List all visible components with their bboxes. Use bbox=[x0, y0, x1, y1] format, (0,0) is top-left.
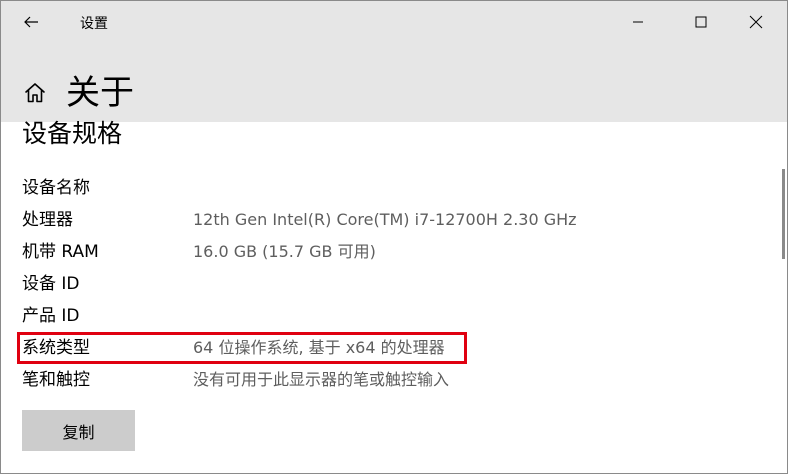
spec-label: 笔和触控 bbox=[22, 370, 90, 390]
minimize-icon bbox=[633, 21, 643, 23]
spec-row-product-id: 产品 ID bbox=[22, 303, 582, 329]
section-heading: 设备规格 bbox=[22, 119, 123, 148]
spec-label: 机带 RAM bbox=[22, 242, 99, 262]
spec-label: 处理器 bbox=[22, 210, 73, 230]
spec-label: 设备 ID bbox=[22, 274, 80, 294]
spec-label: 设备名称 bbox=[22, 178, 90, 198]
spec-value: 16.0 GB (15.7 GB 可用) bbox=[193, 242, 376, 261]
back-button[interactable] bbox=[1, 1, 61, 43]
scrollbar-thumb[interactable] bbox=[782, 169, 785, 259]
settings-window: 设置 关于 设备规格 设备名称 处理器 12th Gen Intel(R) Co… bbox=[0, 0, 788, 474]
home-icon[interactable] bbox=[23, 81, 47, 105]
spec-row-pen-touch: 笔和触控 没有可用于此显示器的笔或触控输入 bbox=[22, 367, 582, 393]
spec-value: 12th Gen Intel(R) Core(TM) i7-12700H 2.3… bbox=[193, 210, 577, 229]
spec-value: 没有可用于此显示器的笔或触控输入 bbox=[193, 370, 450, 389]
close-button[interactable] bbox=[733, 1, 779, 43]
spec-row-device-name: 设备名称 bbox=[22, 175, 582, 201]
copy-button[interactable]: 复制 bbox=[22, 410, 135, 451]
title-bar: 设置 关于 bbox=[1, 1, 787, 122]
maximize-icon bbox=[695, 16, 707, 28]
window-title: 设置 bbox=[80, 16, 108, 32]
spec-row-device-id: 设备 ID bbox=[22, 271, 582, 297]
spec-row-processor: 处理器 12th Gen Intel(R) Core(TM) i7-12700H… bbox=[22, 207, 582, 233]
back-arrow-icon bbox=[24, 16, 38, 28]
minimize-button[interactable] bbox=[615, 1, 661, 43]
maximize-button[interactable] bbox=[678, 1, 724, 43]
spec-row-ram: 机带 RAM 16.0 GB (15.7 GB 可用) bbox=[22, 239, 582, 265]
close-icon bbox=[749, 15, 763, 29]
highlight-box bbox=[17, 332, 467, 364]
page-title: 关于 bbox=[66, 73, 134, 113]
spec-label: 产品 ID bbox=[22, 306, 80, 326]
